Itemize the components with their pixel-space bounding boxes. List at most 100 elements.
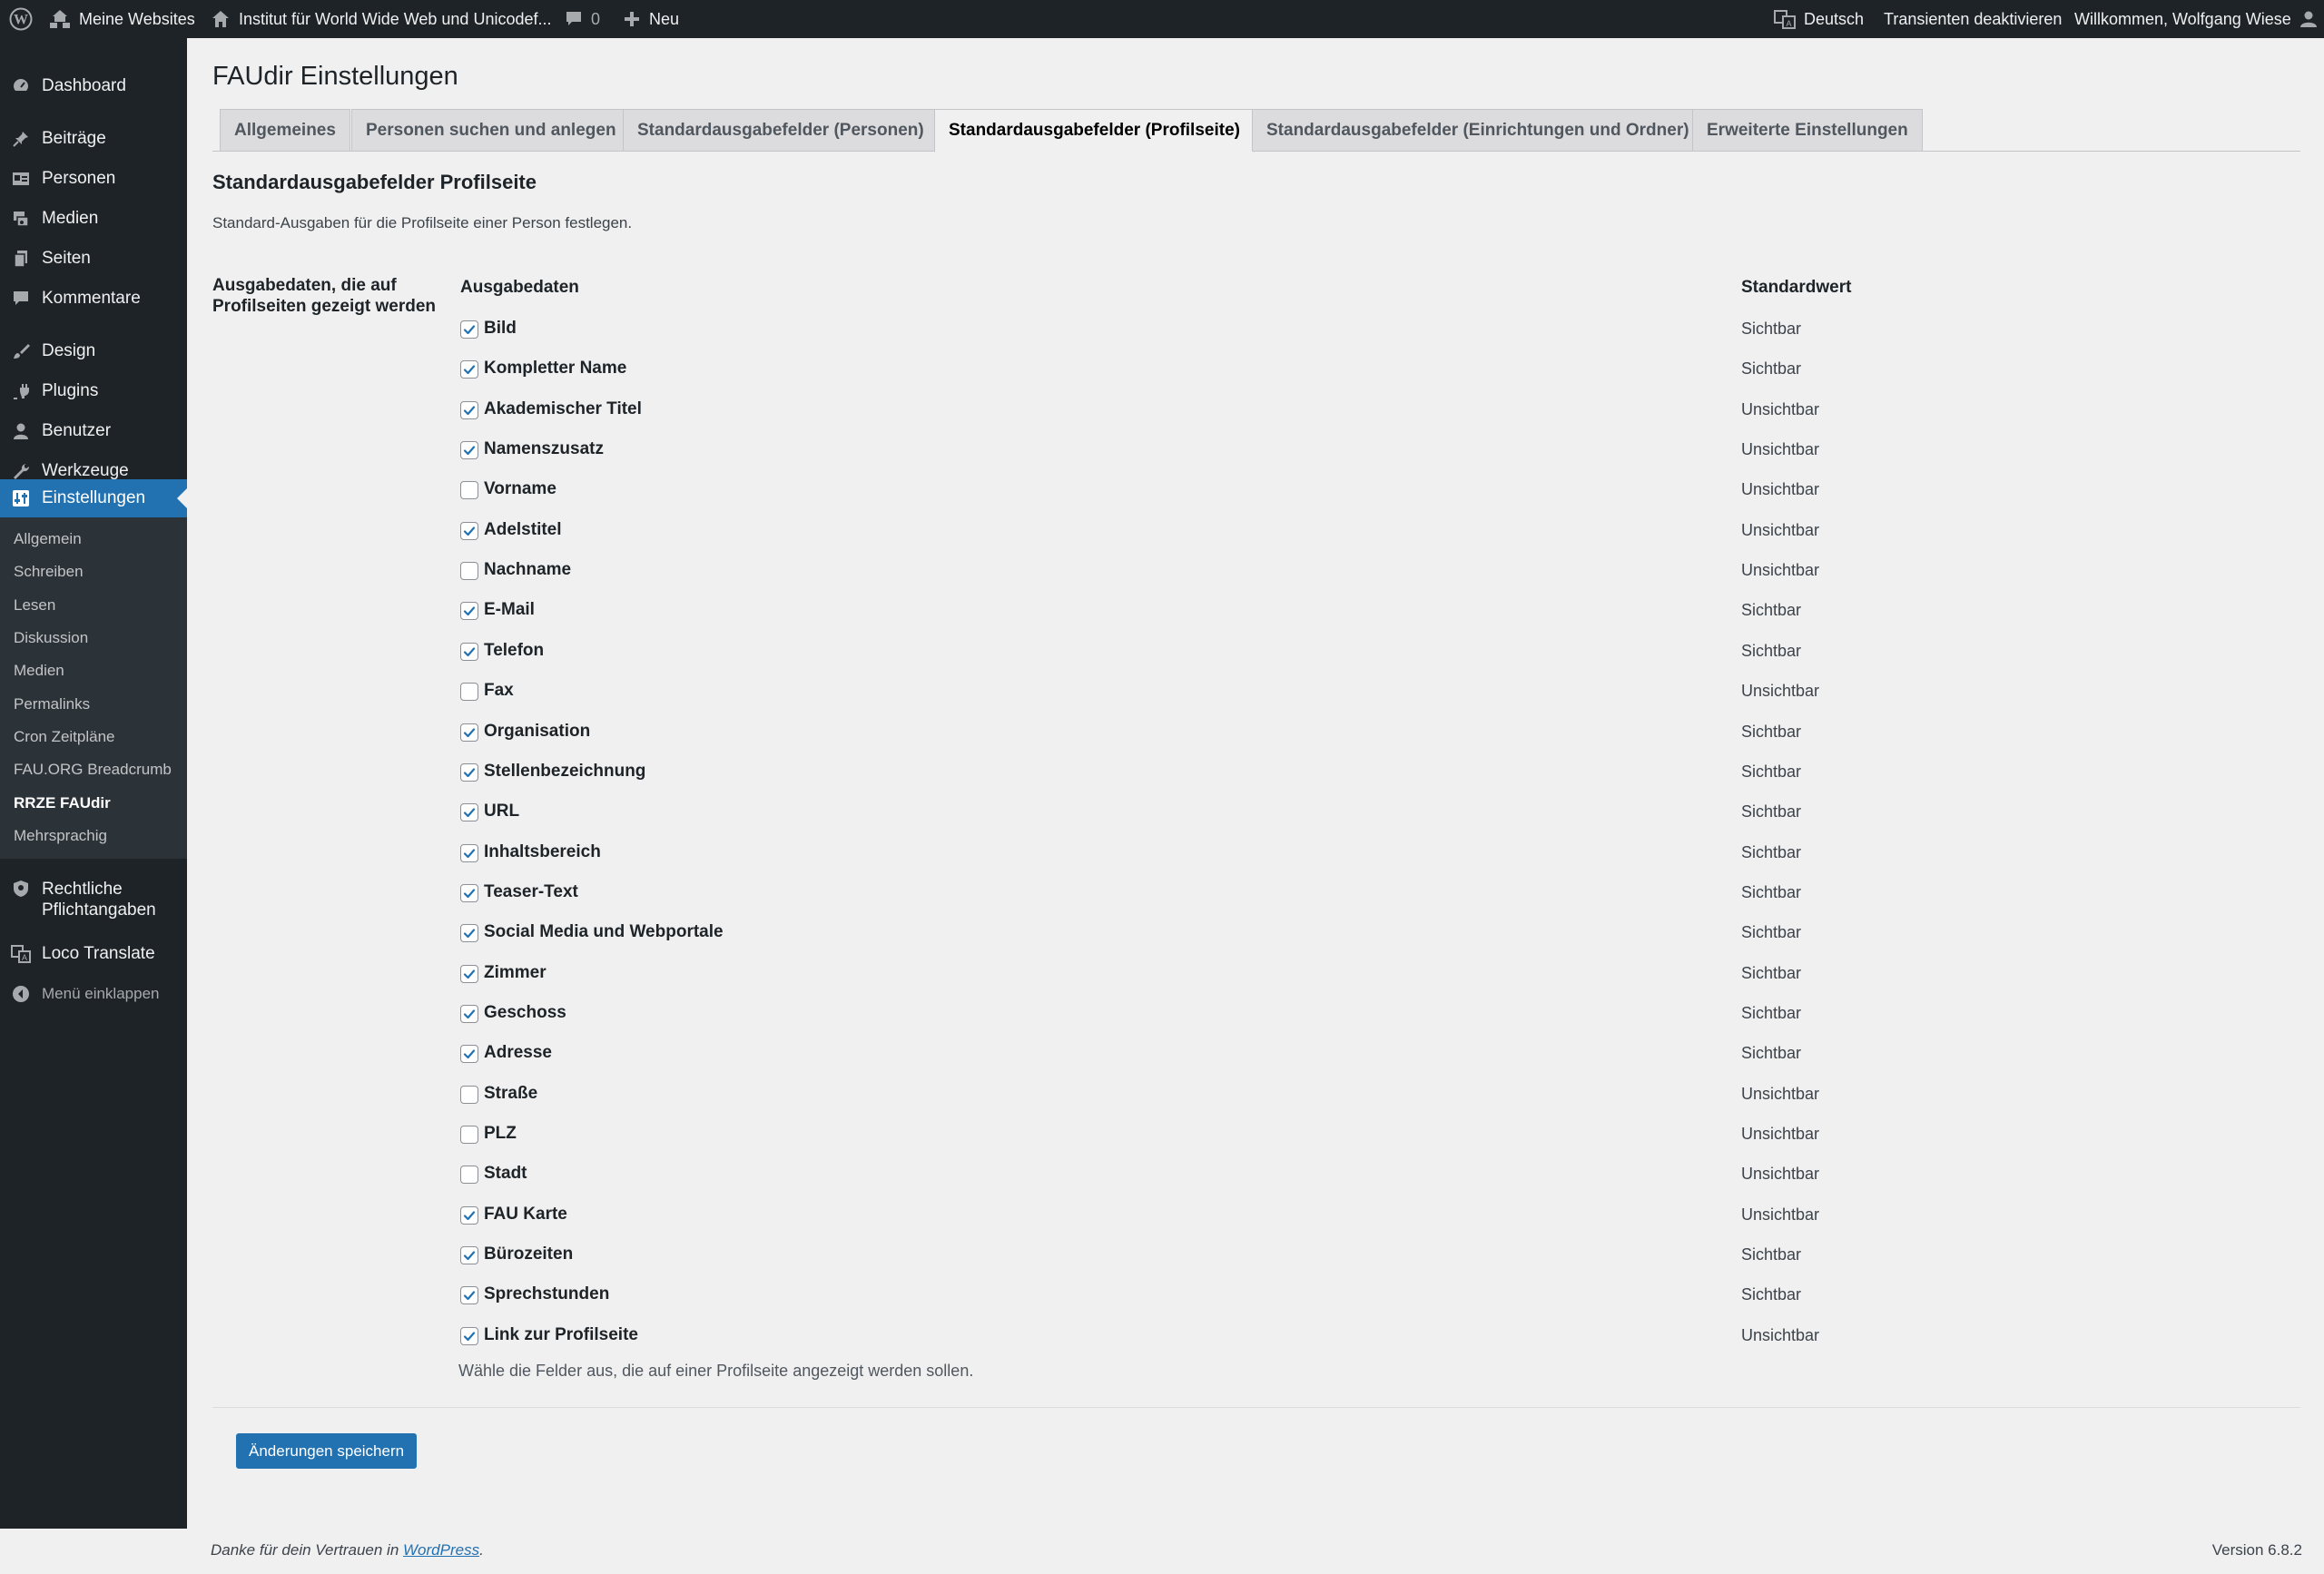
submenu-mehrsprachig[interactable]: Mehrsprachig [14,827,107,845]
submenu-cron[interactable]: Cron Zeitpläne [14,728,115,746]
field-label[interactable]: Bürozeiten [484,1244,573,1264]
submenu-lesen[interactable]: Lesen [14,596,55,615]
field-checkbox[interactable] [460,522,478,540]
footer-thanks-suffix: . [479,1541,484,1559]
field-label[interactable]: Fax [484,681,514,701]
wordpress-logo-icon[interactable]: W [9,0,33,38]
field-label[interactable]: Bild [484,319,517,339]
menu-media[interactable]: Medien [0,203,187,234]
field-checkbox[interactable] [460,320,478,339]
menu-persons[interactable]: Personen [0,163,187,194]
field-checkbox[interactable] [460,481,478,499]
field-label[interactable]: Zimmer [484,963,547,983]
field-checkbox[interactable] [460,965,478,983]
checkmark-icon [463,1332,476,1342]
account-menu[interactable]: Willkommen, Wolfgang Wiese [2074,0,2318,38]
menu-posts[interactable]: Beiträge [0,123,187,154]
tab-standard-personen[interactable]: Standardausgabefelder (Personen) [623,109,939,152]
field-checkbox[interactable] [460,803,478,821]
tab-allgemeines[interactable]: Allgemeines [220,109,350,152]
field-label[interactable]: Social Media und Webportale [484,922,724,942]
save-changes-button[interactable]: Änderungen speichern [236,1433,418,1469]
menu-design[interactable]: Design [0,336,187,367]
field-checkbox[interactable] [460,723,478,742]
field-label[interactable]: Organisation [484,722,590,742]
field-label[interactable]: Akademischer Titel [484,399,642,419]
field-checkbox[interactable] [460,1327,478,1345]
field-checkbox[interactable] [460,1005,478,1023]
field-label[interactable]: Geschoss [484,1003,566,1023]
language-switcher[interactable]: A Deutsch [1774,0,1864,38]
field-checkbox[interactable] [460,1206,478,1225]
submenu-schreiben[interactable]: Schreiben [14,563,84,581]
paintbrush-icon [11,341,31,361]
field-label[interactable]: Sprechstunden [484,1284,609,1304]
field-label[interactable]: Kompletter Name [484,359,626,379]
comments-count: 0 [591,9,601,28]
field-default-value: Unsichtbar [1741,480,1820,498]
field-checkbox[interactable] [460,763,478,782]
tab-standard-einrichtungen[interactable]: Standardausgabefelder (Einrichtungen und… [1252,109,1704,152]
field-checkbox[interactable] [460,1286,478,1304]
submenu-breadcrumb[interactable]: FAU.ORG Breadcrumb [14,761,172,779]
tab-standard-profilseite[interactable]: Standardausgabefelder (Profilseite) [934,109,1255,152]
menu-dashboard[interactable]: Dashboard [0,71,187,102]
field-checkbox[interactable] [460,844,478,862]
field-label[interactable]: Telefon [484,641,544,661]
field-label[interactable]: Namenszusatz [484,439,604,459]
field-checkbox[interactable] [460,643,478,661]
field-checkbox[interactable] [460,602,478,620]
field-label[interactable]: PLZ [484,1124,517,1144]
field-label[interactable]: Teaser-Text [484,882,578,902]
menu-legal[interactable]: Rechtliche Pflichtangaben [0,873,187,924]
field-checkbox[interactable] [460,884,478,902]
field-checkbox[interactable] [460,360,478,379]
transients-toggle[interactable]: Transienten deaktivieren [1884,0,2062,38]
field-default-value: Sichtbar [1741,642,1802,660]
field-label[interactable]: Stellenbezeichnung [484,762,645,782]
field-checkbox[interactable] [460,1166,478,1184]
field-label[interactable]: URL [484,802,519,821]
new-content-menu[interactable]: Neu [623,0,679,38]
field-label[interactable]: Adelstitel [484,520,562,540]
submenu-medien[interactable]: Medien [14,662,64,680]
checkmark-icon [463,446,476,456]
field-checkbox[interactable] [460,1246,478,1264]
field-checkbox[interactable] [460,562,478,580]
field-checkbox[interactable] [460,401,478,419]
tab-erweiterte-einstellungen[interactable]: Erweiterte Einstellungen [1692,109,1923,152]
menu-comments[interactable]: Kommentare [0,283,187,314]
field-checkbox[interactable] [460,683,478,701]
field-label[interactable]: Inhaltsbereich [484,842,601,862]
field-checkbox[interactable] [460,1126,478,1144]
field-checkbox[interactable] [460,441,478,459]
field-checkbox[interactable] [460,1086,478,1104]
field-label[interactable]: Nachname [484,560,571,580]
site-name-menu[interactable]: Institut für World Wide Web und Unicodef… [211,0,552,38]
collapse-menu-button[interactable]: Menü einklappen [0,979,187,1009]
comments-menu[interactable]: 0 [565,0,600,38]
field-label[interactable]: FAU Karte [484,1205,567,1225]
menu-settings[interactable]: Einstellungen [0,479,187,517]
wordpress-link[interactable]: WordPress [403,1541,479,1559]
field-label[interactable]: Adresse [484,1043,552,1063]
field-label[interactable]: Stadt [484,1164,527,1184]
field-checkbox[interactable] [460,924,478,942]
submenu-allgemein[interactable]: Allgemein [14,530,82,548]
menu-pages[interactable]: Seiten [0,243,187,274]
tab-personen-suchen[interactable]: Personen suchen und anlegen [351,109,631,152]
submenu-permalinks[interactable]: Permalinks [14,695,90,713]
menu-loco-translate[interactable]: A Loco Translate [0,939,187,969]
menu-users[interactable]: Benutzer [0,416,187,447]
field-label[interactable]: Link zur Profilseite [484,1325,638,1345]
field-checkbox[interactable] [460,1045,478,1063]
checkmark-icon [463,1009,476,1019]
menu-plugins[interactable]: Plugins [0,376,187,407]
field-label[interactable]: E-Mail [484,600,535,620]
field-label[interactable]: Straße [484,1084,537,1104]
my-sites-menu[interactable]: Meine Websites [49,0,195,38]
field-label[interactable]: Vorname [484,479,556,499]
submenu-rrze-faudir[interactable]: RRZE FAUdir [14,794,111,812]
field-default-value: Sichtbar [1741,359,1802,378]
submenu-diskussion[interactable]: Diskussion [14,629,88,647]
